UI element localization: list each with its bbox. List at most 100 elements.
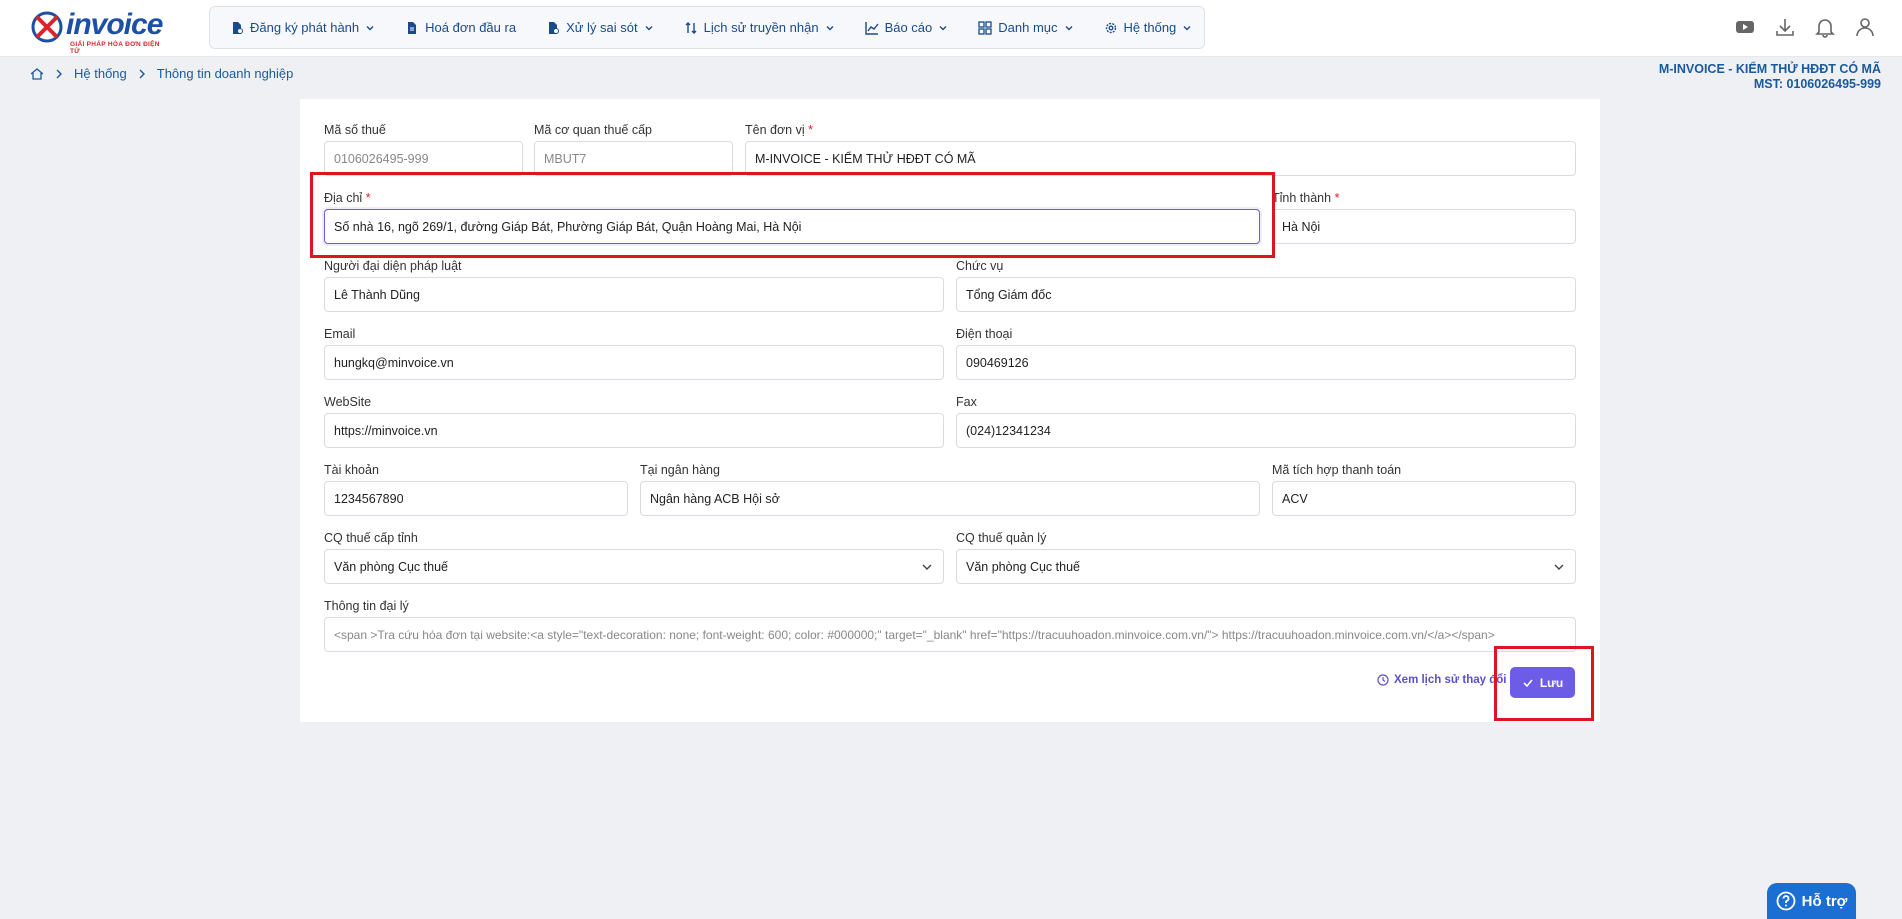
agent-info-input[interactable]: <span >Tra cứu hóa đơn tại website:<a st… xyxy=(324,617,1576,652)
mgmt-tax-office-value: Văn phòng Cục thuế xyxy=(966,559,1080,574)
nav-label: Hoá đơn đầu ra xyxy=(425,20,517,35)
view-history-label: Xem lịch sử thay đổi xyxy=(1394,674,1507,686)
company-tax-code: MST: 0106026495-999 xyxy=(1753,77,1881,91)
chevron-right-icon xyxy=(56,69,62,78)
logo-mark-icon xyxy=(31,11,63,43)
phone-input[interactable]: 090469126 xyxy=(956,345,1576,380)
nav-hoa-don-dau-ra[interactable]: Hoá đơn đầu ra xyxy=(405,20,516,35)
tax-agency-code-input[interactable]: MBUT7 xyxy=(534,141,733,176)
payment-code-label: Mã tích hợp thanh toán xyxy=(1272,463,1402,477)
nav-label: Báo cáo xyxy=(884,20,933,35)
unit-name-input[interactable]: M-INVOICE - KIỂM THỬ HĐĐT CÓ MÃ xyxy=(745,141,1576,176)
tax-code-field: Mã số thuế 0106026495-999 xyxy=(324,123,523,176)
gear-icon xyxy=(1105,22,1116,33)
prov-tax-office-label: CQ thuế cấp tỉnh xyxy=(324,531,418,545)
prov-tax-office-field: CQ thuế cấp tỉnh Văn phòng Cục thuế xyxy=(324,531,944,584)
legal-rep-label: Người đại diện pháp luật xyxy=(324,259,462,273)
save-label: Lưu xyxy=(1539,675,1564,690)
payment-code-input[interactable]: ACV xyxy=(1272,481,1576,516)
email-field: Email hungkq@minvoice.vn xyxy=(324,327,944,380)
chevron-right-icon xyxy=(139,69,145,78)
nav-danh-muc[interactable]: Danh mục xyxy=(978,20,1073,35)
account-label: Tài khoản xyxy=(324,463,379,477)
download-icon[interactable] xyxy=(1774,16,1796,38)
tax-code-input[interactable]: 0106026495-999 xyxy=(324,141,523,176)
province-input[interactable]: Hà Nội xyxy=(1272,209,1576,244)
nav-label: Danh mục xyxy=(998,20,1058,35)
legal-rep-input[interactable]: Lê Thành Dũng xyxy=(324,277,944,312)
youtube-icon[interactable] xyxy=(1734,16,1756,38)
chart-line-icon xyxy=(864,21,879,35)
nav-xu-ly-sai-sot[interactable]: Xử lý sai sót xyxy=(546,20,654,35)
chevron-down-icon xyxy=(1554,564,1564,570)
main-nav: Đăng ký phát hành Hoá đơn đầu ra Xử lý s… xyxy=(209,6,1205,49)
prov-tax-office-select[interactable]: Văn phòng Cục thuế xyxy=(324,549,944,584)
bell-icon[interactable] xyxy=(1814,16,1836,38)
user-icon[interactable] xyxy=(1854,16,1876,38)
nav-bao-cao[interactable]: Báo cáo xyxy=(864,20,949,35)
header-actions xyxy=(1734,16,1876,38)
position-input[interactable]: Tổng Giám đốc xyxy=(956,277,1576,312)
unit-name-field: Tên đơn vị * M-INVOICE - KIỂM THỬ HĐĐT C… xyxy=(745,123,1576,176)
legal-rep-field: Người đại diện pháp luật Lê Thành Dũng xyxy=(324,259,944,312)
address-input[interactable]: Số nhà 16, ngõ 269/1, đường Giáp Bát, Ph… xyxy=(324,209,1260,244)
top-header: invoice GIẢI PHÁP HÓA ĐƠN ĐIỆN TỬ Đăng k… xyxy=(0,0,1902,57)
fax-label: Fax xyxy=(956,395,977,409)
nav-dang-ky-phat-hanh[interactable]: Đăng ký phát hành xyxy=(230,20,375,35)
bank-field: Tại ngân hàng Ngân hàng ACB Hội sở xyxy=(640,463,1260,516)
email-input[interactable]: hungkq@minvoice.vn xyxy=(324,345,944,380)
position-field: Chức vụ Tổng Giám đốc xyxy=(956,259,1576,312)
phone-label: Điện thoại xyxy=(956,327,1013,341)
website-input[interactable]: https://minvoice.vn xyxy=(324,413,944,448)
save-button[interactable]: Lưu xyxy=(1510,667,1575,698)
company-name: M-INVOICE - KIỂM THỬ HĐĐT CÓ MÃ xyxy=(1658,62,1881,76)
transfer-arrows-icon xyxy=(685,21,697,34)
help-button[interactable]: Hỗ trợ xyxy=(1767,883,1856,919)
nav-lich-su-truyen-nhan[interactable]: Lịch sử truyền nhận xyxy=(684,20,835,35)
breadcrumb-thong-tin: Thông tin doanh nghiệp xyxy=(156,66,294,81)
chevron-down-icon xyxy=(1065,25,1073,30)
home-icon[interactable] xyxy=(30,67,44,81)
account-input[interactable]: 1234567890 xyxy=(324,481,628,516)
agent-info-label: Thông tin đại lý xyxy=(324,599,409,613)
tax-agency-code-field: Mã cơ quan thuế cấp MBUT7 xyxy=(534,123,733,176)
chevron-down-icon xyxy=(366,25,374,30)
check-icon xyxy=(1523,678,1533,687)
province-label: Tỉnh thành * xyxy=(1272,191,1340,205)
chevron-down-icon xyxy=(939,25,947,30)
invoice-logo[interactable]: invoice GIẢI PHÁP HÓA ĐƠN ĐIỆN TỬ xyxy=(30,8,170,55)
clock-icon xyxy=(1377,674,1389,686)
fax-input[interactable]: (024)12341234 xyxy=(956,413,1576,448)
bank-input[interactable]: Ngân hàng ACB Hội sở xyxy=(640,481,1260,516)
website-field: WebSite https://minvoice.vn xyxy=(324,395,944,448)
chevron-down-icon xyxy=(922,564,932,570)
help-label: Hỗ trợ xyxy=(1801,892,1848,910)
unit-name-label: Tên đơn vị * xyxy=(745,123,813,137)
payment-code-field: Mã tích hợp thanh toán ACV xyxy=(1272,463,1576,516)
tax-agency-code-label: Mã cơ quan thuế cấp xyxy=(534,123,652,137)
prov-tax-office-value: Văn phòng Cục thuế xyxy=(334,559,448,574)
nav-label: Hệ thống xyxy=(1123,20,1177,35)
breadcrumb-he-thong[interactable]: Hệ thống xyxy=(74,66,127,81)
nav-label: Lịch sử truyền nhận xyxy=(703,20,819,35)
nav-label: Xử lý sai sót xyxy=(566,20,638,35)
view-history-link[interactable]: Xem lịch sử thay đổi xyxy=(1377,674,1507,686)
tax-code-label: Mã số thuế xyxy=(324,123,386,137)
chevron-down-icon xyxy=(645,25,653,30)
account-field: Tài khoản 1234567890 xyxy=(324,463,628,516)
mgmt-tax-office-select[interactable]: Văn phòng Cục thuế xyxy=(956,549,1576,584)
province-field: Tỉnh thành * Hà Nội xyxy=(1272,191,1576,244)
email-label: Email xyxy=(324,327,356,341)
file-register-icon xyxy=(233,21,243,34)
nav-label: Đăng ký phát hành xyxy=(250,20,360,35)
nav-he-thong[interactable]: Hệ thống xyxy=(1104,20,1193,35)
address-field: Địa chỉ * Số nhà 16, ngõ 269/1, đường Gi… xyxy=(324,191,1260,244)
mgmt-tax-office-field: CQ thuế quản lý Văn phòng Cục thuế xyxy=(956,531,1576,584)
question-icon xyxy=(1776,891,1796,911)
position-label: Chức vụ xyxy=(956,259,1004,273)
mgmt-tax-office-label: CQ thuế quản lý xyxy=(956,531,1047,545)
grid-icon xyxy=(978,20,992,35)
logo-tagline: GIẢI PHÁP HÓA ĐƠN ĐIỆN TỬ xyxy=(70,41,160,55)
address-label: Địa chỉ * xyxy=(324,191,371,205)
agent-info-field: Thông tin đại lý <span >Tra cứu hóa đơn … xyxy=(324,599,1576,652)
